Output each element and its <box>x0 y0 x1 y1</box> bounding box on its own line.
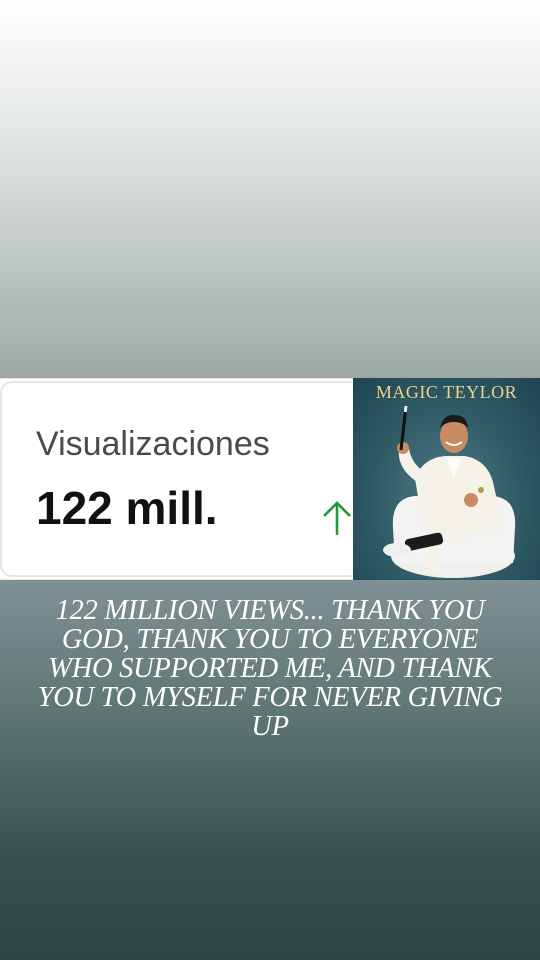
stat-label: Visualizaciones <box>36 425 270 463</box>
album-title: MAGIC TEYLOR <box>375 382 518 402</box>
caption-text: 122 MILLION VIEWS... THANK YOU GOD, THAN… <box>37 595 503 742</box>
arrow-up-icon <box>323 501 351 535</box>
stat-card-frame <box>0 381 352 577</box>
stat-value: 122 mill. <box>36 482 218 534</box>
views-stat-card: Visualizaciones 122 mill. <box>0 378 353 580</box>
album-cover-image: MAGIC TEYLOR <box>353 378 540 580</box>
magician-portrait <box>383 405 516 578</box>
views-banner: Visualizaciones 122 mill. MAGIC TEYLOR <box>0 378 540 580</box>
